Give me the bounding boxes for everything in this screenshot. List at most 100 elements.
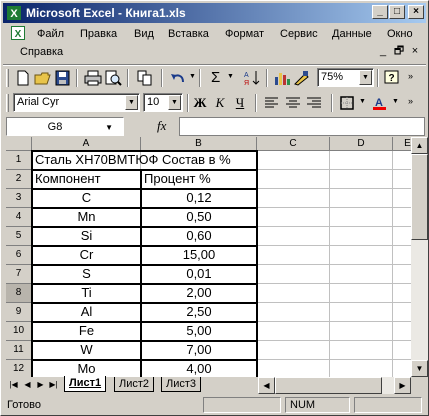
doc-restore-button[interactable]: 🗗 xyxy=(392,45,406,58)
undo-icon[interactable] xyxy=(169,70,187,86)
close-button[interactable]: × xyxy=(408,5,424,19)
component-cell[interactable]: Al xyxy=(35,303,138,321)
bold-button[interactable]: Ж xyxy=(191,95,209,111)
percent-cell[interactable]: 0,60 xyxy=(144,227,254,245)
align-left-icon[interactable] xyxy=(263,95,281,111)
menu-insert[interactable]: Вставка xyxy=(167,28,210,40)
component-cell[interactable]: Fe xyxy=(35,322,138,340)
menu-format[interactable]: Формат xyxy=(224,28,265,40)
borders-dropdown-icon[interactable]: ▼ xyxy=(359,98,366,105)
menu-tools[interactable]: Сервис xyxy=(279,28,319,40)
italic-button[interactable]: К xyxy=(211,95,229,111)
header-cell-percent[interactable]: Процент % xyxy=(144,170,254,188)
font-name-select[interactable]: Arial Cyr ▼ xyxy=(13,93,140,112)
sheet-tab-2[interactable]: Лист2 xyxy=(114,377,155,392)
percent-cell[interactable]: 2,50 xyxy=(144,303,254,321)
column-header-b[interactable]: B xyxy=(141,137,257,151)
row-header-3[interactable]: 3 xyxy=(6,189,32,208)
font-color-icon[interactable]: A xyxy=(371,95,389,111)
scroll-down-icon[interactable]: ▼ xyxy=(411,360,428,377)
component-cell[interactable]: W xyxy=(35,341,138,359)
chart-wizard-icon[interactable] xyxy=(273,70,291,86)
percent-cell[interactable]: 5,00 xyxy=(144,322,254,340)
component-cell[interactable]: Si xyxy=(35,227,138,245)
doc-close-button[interactable]: × xyxy=(408,45,422,58)
row-header-6[interactable]: 6 xyxy=(6,246,32,265)
percent-cell[interactable]: 0,01 xyxy=(144,265,254,283)
zoom-select[interactable]: 75% ▼ xyxy=(317,68,374,87)
vertical-scrollbar[interactable]: ▲ ▼ xyxy=(411,137,428,377)
select-all-corner[interactable] xyxy=(6,137,32,151)
prev-sheet-icon[interactable]: ◀ xyxy=(22,379,33,391)
help-icon[interactable]: ? xyxy=(383,70,401,86)
row-header-4[interactable]: 4 xyxy=(6,208,32,227)
chevron-down-icon[interactable]: ▼ xyxy=(359,70,372,85)
sheet-tab-3[interactable]: Лист3 xyxy=(161,377,202,392)
component-cell[interactable]: Mo xyxy=(35,360,138,377)
maximize-button[interactable]: □ xyxy=(389,5,405,19)
underline-button[interactable]: Ч xyxy=(231,95,249,111)
toolbar-options-icon[interactable]: » xyxy=(408,71,413,81)
print-preview-icon[interactable] xyxy=(104,70,122,86)
row-header-8[interactable]: 8 xyxy=(6,284,32,303)
doc-minimize-button[interactable]: _ xyxy=(376,45,390,58)
toolbar-grip[interactable] xyxy=(6,69,9,87)
percent-cell[interactable]: 0,12 xyxy=(144,189,254,207)
percent-cell[interactable]: 4,00 xyxy=(144,360,254,377)
toolbar-grip[interactable] xyxy=(6,94,9,112)
row-header-1[interactable]: 1 xyxy=(6,151,32,170)
menu-file[interactable]: Файл xyxy=(36,28,65,40)
row-header-7[interactable]: 7 xyxy=(6,265,32,284)
column-header-d[interactable]: D xyxy=(330,137,393,151)
chevron-down-icon[interactable]: ▼ xyxy=(105,123,113,132)
percent-cell[interactable]: 15,00 xyxy=(144,246,254,264)
autosum-icon[interactable]: Σ xyxy=(211,69,220,86)
font-size-select[interactable]: 10 ▼ xyxy=(143,93,183,112)
drawing-icon[interactable] xyxy=(293,70,311,86)
row-header-11[interactable]: 11 xyxy=(6,341,32,360)
autosum-dropdown-icon[interactable]: ▼ xyxy=(227,73,234,80)
chevron-down-icon[interactable]: ▼ xyxy=(168,95,181,110)
component-cell[interactable]: C xyxy=(35,189,138,207)
scroll-up-icon[interactable]: ▲ xyxy=(411,137,428,154)
menu-window[interactable]: Окно xyxy=(386,28,414,40)
next-sheet-icon[interactable]: ▶ xyxy=(35,379,46,391)
row-header-9[interactable]: 9 xyxy=(6,303,32,322)
workbook-icon[interactable]: X xyxy=(11,26,25,40)
scroll-left-icon[interactable]: ◀ xyxy=(258,377,275,394)
title-cell[interactable]: Сталь ХН70ВМТЮФ Состав в % xyxy=(35,151,254,169)
worksheet-grid[interactable]: A B C D E 1 2 3 4 5 6 7 8 9 10 11 12 Сталь ХН70ВМТЮ… xyxy=(6,137,411,377)
component-cell[interactable]: Ti xyxy=(35,284,138,302)
toolbar-options-icon[interactable]: » xyxy=(408,96,413,106)
open-icon[interactable] xyxy=(34,70,52,86)
last-sheet-icon[interactable]: ▶| xyxy=(48,379,59,391)
chevron-down-icon[interactable]: ▼ xyxy=(125,95,138,110)
minimize-button[interactable]: _ xyxy=(372,5,388,19)
row-header-10[interactable]: 10 xyxy=(6,322,32,341)
menu-edit[interactable]: Правка xyxy=(79,28,118,40)
copy-icon[interactable] xyxy=(136,70,154,86)
sort-ascending-icon[interactable]: A Я xyxy=(243,70,261,86)
percent-cell[interactable]: 2,00 xyxy=(144,284,254,302)
borders-icon[interactable] xyxy=(339,95,357,111)
scroll-right-icon[interactable]: ▶ xyxy=(394,377,411,394)
hscroll-thumb[interactable] xyxy=(275,377,382,394)
row-header-2[interactable]: 2 xyxy=(6,170,32,189)
row-header-5[interactable]: 5 xyxy=(6,227,32,246)
column-header-a[interactable]: A xyxy=(32,137,141,151)
save-icon[interactable] xyxy=(54,70,72,86)
percent-cell[interactable]: 0,50 xyxy=(144,208,254,226)
new-icon[interactable] xyxy=(14,70,32,86)
header-cell-component[interactable]: Компонент xyxy=(35,170,138,188)
column-header-c[interactable]: C xyxy=(257,137,330,151)
first-sheet-icon[interactable]: |◀ xyxy=(8,379,19,391)
component-cell[interactable]: S xyxy=(35,265,138,283)
menu-view[interactable]: Вид xyxy=(133,28,155,40)
font-color-dropdown-icon[interactable]: ▼ xyxy=(392,98,399,105)
horizontal-scrollbar[interactable]: ◀ ▶ xyxy=(258,377,411,394)
component-cell[interactable]: Cr xyxy=(35,246,138,264)
align-center-icon[interactable] xyxy=(284,95,302,111)
percent-cell[interactable]: 7,00 xyxy=(144,341,254,359)
row-header-12[interactable]: 12 xyxy=(6,360,32,377)
menu-data[interactable]: Данные xyxy=(331,28,373,40)
